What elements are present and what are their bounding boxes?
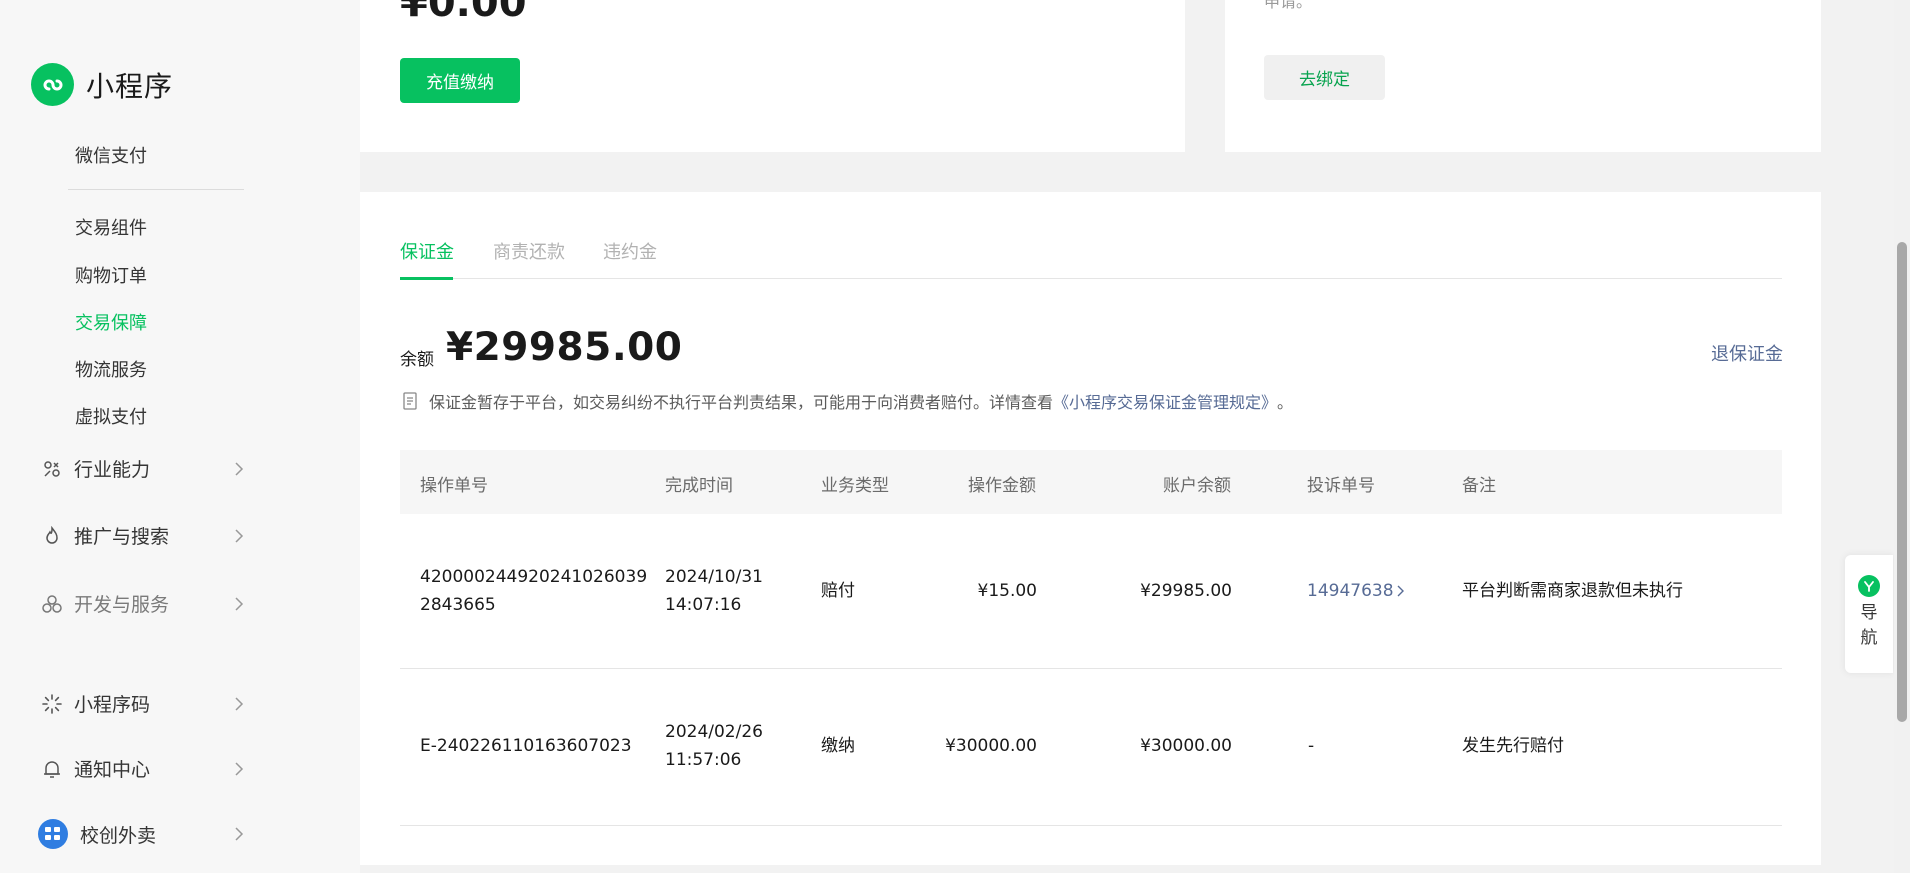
chevron-right-icon: [232, 827, 246, 841]
complete-date: 2024/02/26: [665, 722, 763, 742]
notice-text: 保证金暂存于平台，如交易纠纷不执行平台判责结果，可能用于向消费者赔付。详情查看: [429, 393, 1054, 412]
sidebar-item-trade-guarantee[interactable]: 交易保障: [75, 309, 147, 335]
table-row: 420000244920241026039 2843665 2024/10/31…: [400, 514, 1782, 669]
complete-clock: 14:07:16: [665, 595, 742, 615]
sidebar-item-virtual-pay[interactable]: 虚拟支付: [75, 403, 147, 429]
bind-description-clipped: 申请。: [1264, 0, 1313, 11]
sidebar-divider: [68, 189, 244, 190]
document-icon: [403, 392, 419, 410]
operation-amount: ¥30000.00: [945, 736, 1037, 756]
sidebar-item-wechat-pay[interactable]: 微信支付: [75, 142, 147, 168]
guide-icon: [1858, 575, 1880, 597]
sidebar-item-shopping-orders[interactable]: 购物订单: [75, 262, 147, 288]
column-header-complaint-no: 投诉单号: [1307, 476, 1375, 496]
order-number-line: 2843665: [420, 595, 496, 615]
order-number[interactable]: 420000244920241026039 2843665: [420, 563, 650, 619]
complete-clock: 11:57:06: [665, 750, 742, 770]
sidebar-item-label: 行业能力: [74, 459, 151, 481]
column-header-business-type: 业务类型: [821, 476, 889, 496]
complaint-number-link[interactable]: 14947638: [1307, 577, 1405, 605]
remark: 平台判断需商家退款但未执行: [1462, 581, 1683, 601]
table-row: E-240226110163607023 2024/02/26 11:57:06…: [400, 669, 1782, 826]
table-header: 操作单号 完成时间 业务类型 操作金额 账户余额 投诉单号 备注: [400, 450, 1782, 514]
complete-time: 2024/02/26 11:57:06: [665, 718, 763, 774]
brand-title: 小程序: [86, 69, 174, 103]
chevron-right-icon: [232, 528, 246, 543]
rules-link[interactable]: 《小程序交易保证金管理规定》: [1053, 389, 1277, 413]
chevron-right-icon: [232, 761, 246, 776]
column-header-complete-time: 完成时间: [665, 476, 733, 496]
sidebar-item-label: 小程序码: [74, 694, 151, 716]
column-header-order-no: 操作单号: [420, 476, 488, 496]
complaint-number: -: [1308, 736, 1315, 756]
flame-icon: [40, 524, 64, 548]
recharge-button[interactable]: 充值缴纳: [400, 58, 520, 103]
chevron-right-icon: [232, 696, 246, 711]
deposit-notice: 保证金暂存于平台，如交易纠纷不执行平台判责结果，可能用于向消费者赔付。详情查看 …: [403, 389, 1293, 413]
guide-floating-button[interactable]: 导航: [1845, 555, 1893, 673]
column-header-remark: 备注: [1462, 476, 1496, 496]
scrollbar-thumb[interactable]: [1897, 242, 1907, 722]
sidebar-item-label: 开发与服务: [74, 594, 170, 616]
sidebar-item-notification-center[interactable]: 通知中心: [40, 755, 246, 782]
order-number[interactable]: E-240226110163607023: [420, 732, 650, 760]
refund-deposit-link[interactable]: 退保证金: [1711, 340, 1783, 366]
operation-amount: ¥15.00: [977, 581, 1037, 601]
order-number-line: E-240226110163607023: [420, 736, 632, 756]
complaint-number: 14947638: [1307, 581, 1394, 601]
account-balance: ¥30000.00: [1140, 736, 1232, 756]
sidebar-item-account[interactable]: 校创外卖: [38, 819, 246, 849]
balance-value: ¥29985.00: [446, 325, 683, 370]
tab-penalty[interactable]: 违约金: [603, 238, 657, 264]
notice-end: 。: [1277, 393, 1294, 412]
account-avatar-icon: [38, 819, 68, 849]
tab-merchant-repayment[interactable]: 商责还款: [493, 238, 565, 264]
sidebar-item-qr-code[interactable]: 小程序码: [40, 690, 246, 717]
business-type: 赔付: [821, 581, 855, 601]
mini-program-logo-icon: [31, 63, 74, 106]
chevron-right-icon: [1397, 585, 1404, 597]
order-number-line: 420000244920241026039: [420, 567, 648, 587]
balance-label: 余额: [400, 350, 434, 370]
complete-time: 2024/10/31 14:07:16: [665, 563, 763, 619]
tab-deposit[interactable]: 保证金: [400, 238, 454, 264]
active-tab-indicator: [400, 277, 453, 280]
account-balance: ¥29985.00: [1140, 581, 1232, 601]
column-header-account-balance: 账户余额: [1163, 476, 1231, 496]
industry-icon: [40, 457, 64, 481]
qr-code-icon: [40, 692, 64, 716]
sidebar-item-trade-component[interactable]: 交易组件: [75, 214, 147, 240]
sidebar-item-promotion-search[interactable]: 推广与搜索: [40, 522, 246, 549]
complete-date: 2024/10/31: [665, 567, 763, 587]
chevron-right-icon: [232, 461, 246, 476]
sidebar-item-industry[interactable]: 行业能力: [40, 455, 246, 482]
business-type: 缴纳: [821, 736, 855, 756]
remark: 发生先行赔付: [1462, 736, 1564, 756]
deposit-amount-clipped: ¥0.00: [400, 0, 527, 26]
sidebar-item-label: 校创外卖: [80, 824, 157, 847]
chevron-right-icon: [232, 596, 246, 611]
column-header-amount: 操作金额: [968, 476, 1036, 496]
sidebar-item-label: 通知中心: [74, 759, 151, 781]
sidebar-item-label: 推广与搜索: [74, 526, 170, 548]
brand[interactable]: 小程序: [31, 63, 173, 106]
sidebar: 小程序 微信支付 交易组件 购物订单 交易保障 物流服务 虚拟支付 行业能力 推…: [0, 0, 360, 873]
tab-bar: 保证金 商责还款 违约金: [400, 228, 1782, 280]
sidebar-item-logistics[interactable]: 物流服务: [75, 356, 147, 382]
sidebar-item-dev-service[interactable]: 开发与服务: [40, 590, 246, 617]
dev-service-icon: [40, 592, 64, 616]
guide-label: 导航: [1860, 603, 1878, 648]
bind-button[interactable]: 去绑定: [1264, 55, 1385, 100]
bell-icon: [40, 757, 64, 781]
